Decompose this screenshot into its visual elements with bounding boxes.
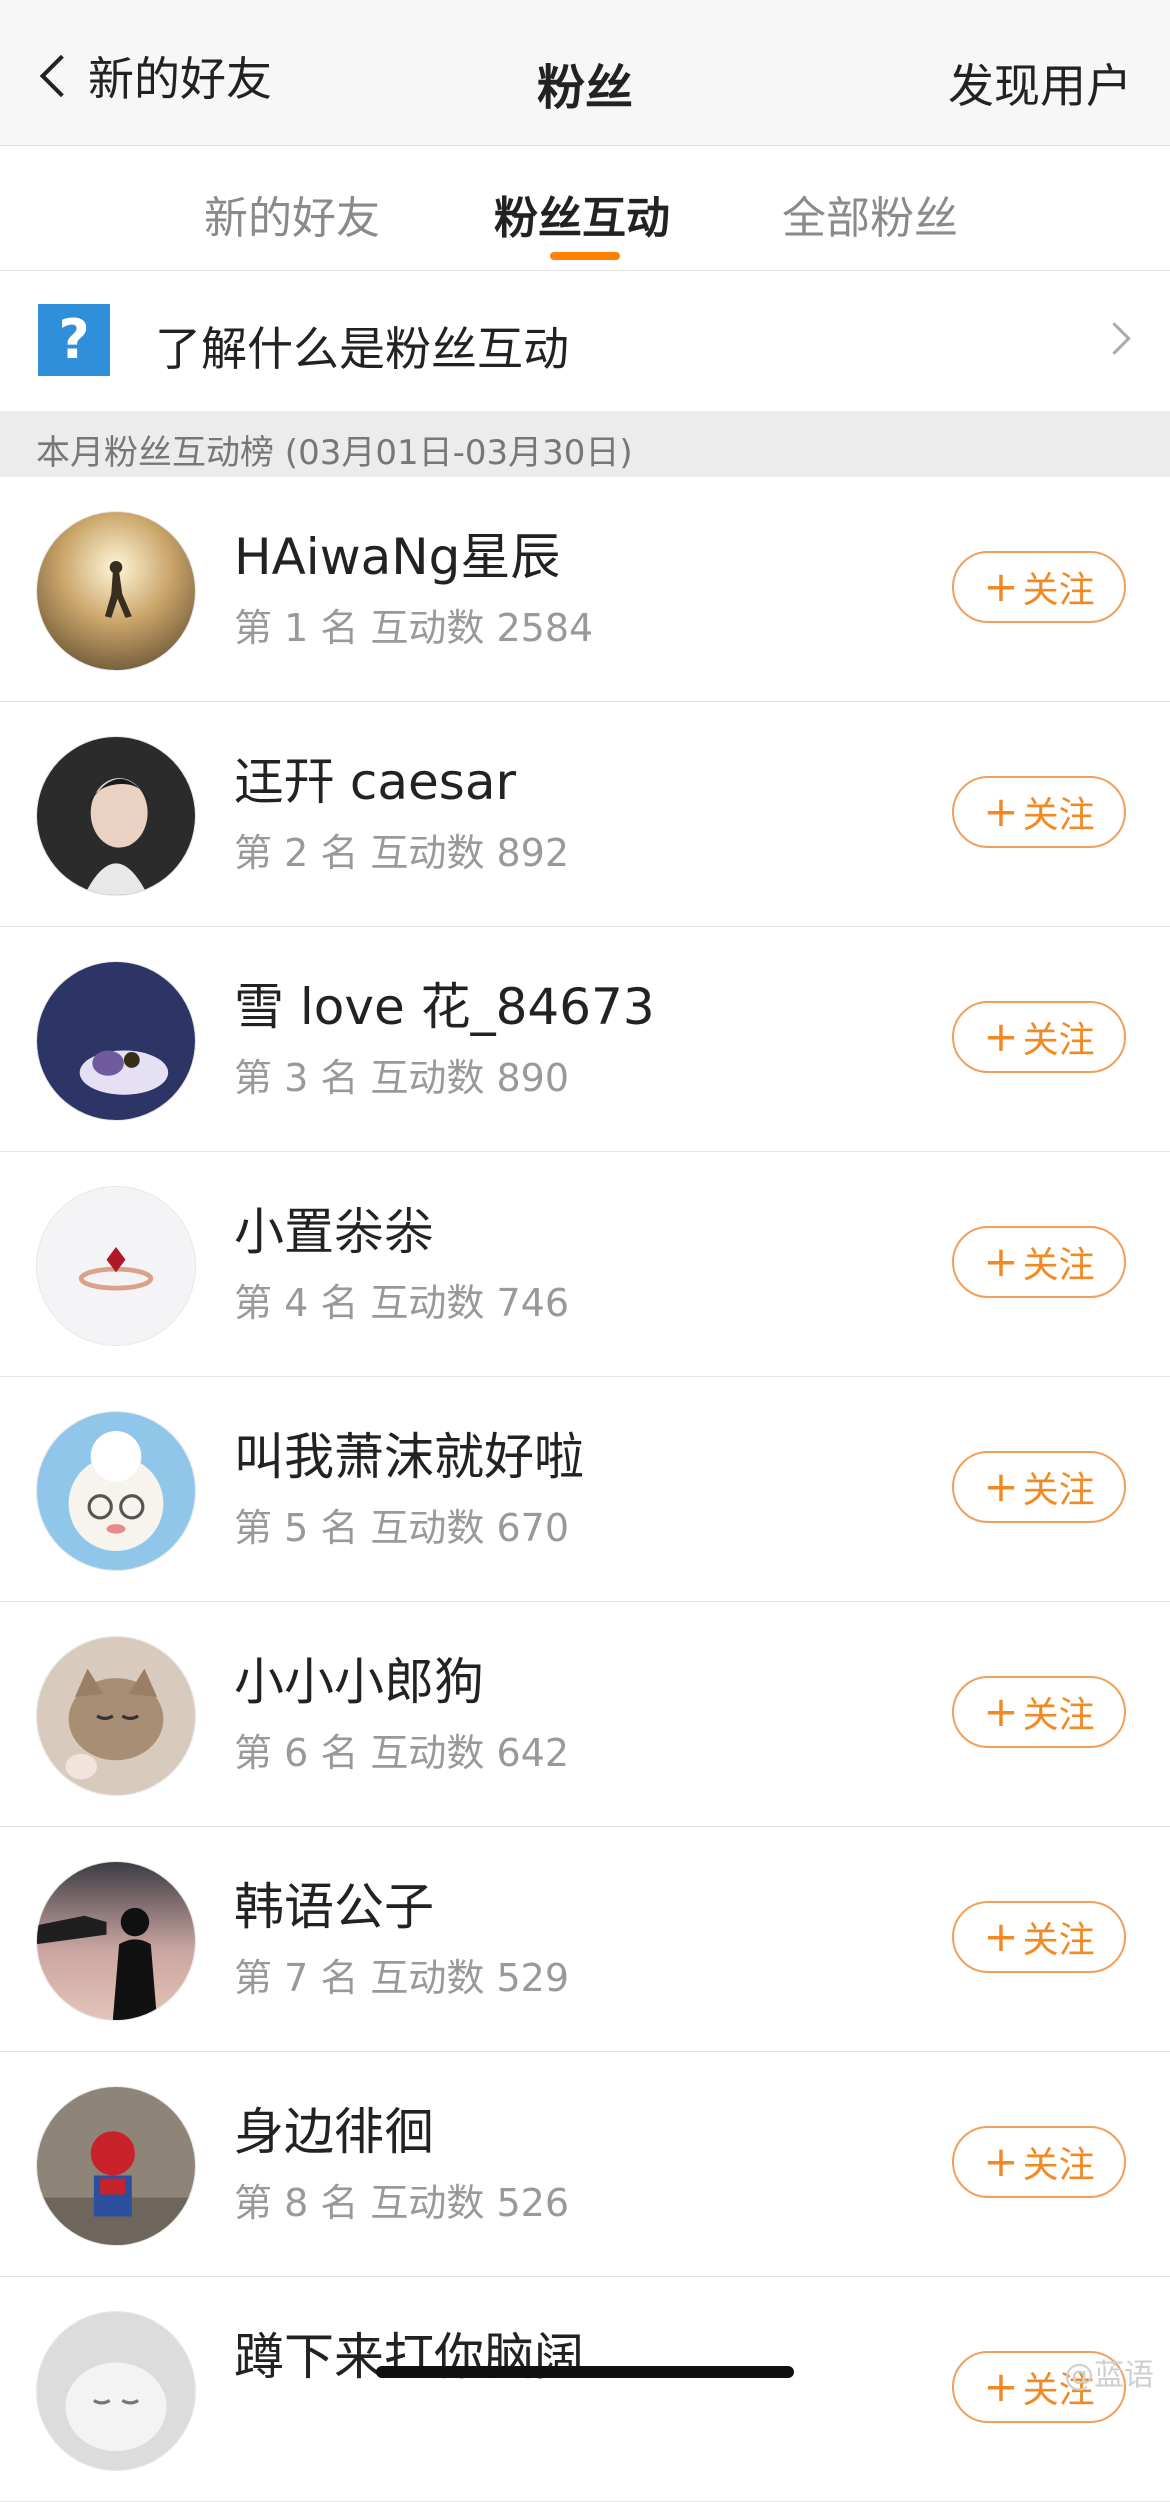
tab-bar: 新的好友 粉丝互动 全部粉丝 [0, 146, 1170, 271]
fan-rank-stats: 第 1 名 互动数 2584 [234, 606, 594, 650]
avatar[interactable] [36, 1411, 196, 1571]
fan-rank-stats: 第 3 名 互动数 890 [234, 1056, 570, 1100]
plus-icon: + [983, 787, 1019, 836]
avatar[interactable] [36, 1861, 196, 2021]
back-button[interactable]: 新的好友 [32, 46, 272, 106]
list-item: 小置尜尜 第 4 名 互动数 746 + 关注 [0, 1152, 1170, 1377]
follow-button[interactable]: + 关注 [952, 1001, 1126, 1073]
fan-name[interactable]: 小置尜尜 [234, 1192, 434, 1264]
follow-label: 关注 [1022, 1920, 1095, 1961]
follow-label: 关注 [1022, 2145, 1095, 2186]
top-nav-bar: 新的好友 粉丝 发现用户 [0, 0, 1170, 146]
fan-name[interactable]: 韩语公子 [234, 1867, 434, 1939]
follow-button[interactable]: + 关注 [952, 2126, 1126, 2198]
plus-icon: + [983, 1012, 1019, 1061]
follow-label: 关注 [1022, 1695, 1095, 1736]
follow-label: 关注 [1022, 1245, 1095, 1286]
back-label: 新的好友 [88, 52, 272, 106]
avatar[interactable] [36, 961, 196, 1121]
follow-label: 关注 [1022, 570, 1095, 611]
ranking-period-label: 本月粉丝互动榜 (03月01日-03月30日) [36, 433, 633, 473]
fan-name[interactable]: 蹲下来打你脑阔 [234, 2317, 584, 2389]
fan-ranking-list: HAiwaNg星辰 第 1 名 互动数 2584 + 关注 迋幵 caesar 第… [0, 477, 1170, 2502]
fan-rank-stats: 第 7 名 互动数 529 [234, 1956, 570, 2000]
list-item: 叫我萧沫就好啦 第 5 名 互动数 670 + 关注 [0, 1377, 1170, 1602]
fan-rank-stats: 第 4 名 互动数 746 [234, 1281, 570, 1325]
follow-button[interactable]: + 关注 [952, 1676, 1126, 1748]
fan-rank-stats: 第 8 名 互动数 526 [234, 2181, 570, 2225]
avatar[interactable] [36, 2311, 196, 2471]
fan-name[interactable]: 迋幵 caesar [234, 742, 516, 814]
follow-button[interactable]: + 关注 [952, 1451, 1126, 1523]
tab-fan-interaction[interactable]: 粉丝互动 [494, 182, 670, 246]
avatar[interactable] [36, 511, 196, 671]
fan-name[interactable]: 身边徘徊 [234, 2092, 434, 2164]
list-item: 小小小郎狗 第 6 名 互动数 642 + 关注 [0, 1602, 1170, 1827]
avatar[interactable] [36, 1636, 196, 1796]
fan-rank-stats: 第 5 名 互动数 670 [234, 1506, 570, 1550]
follow-label: 关注 [1022, 1470, 1095, 1511]
fan-rank-stats: 第 6 名 互动数 642 [234, 1731, 570, 1775]
avatar[interactable] [36, 1186, 196, 1346]
active-tab-indicator [550, 252, 620, 260]
plus-icon: + [983, 562, 1019, 611]
list-item: 迋幵 caesar 第 2 名 互动数 892 + 关注 [0, 702, 1170, 927]
question-icon: ? [38, 304, 110, 376]
plus-icon: + [983, 1687, 1019, 1736]
plus-icon: + [983, 1237, 1019, 1286]
fan-rank-stats: 第 2 名 互动数 892 [234, 831, 570, 875]
ranking-section-header: 本月粉丝互动榜 (03月01日-03月30日) [0, 411, 1170, 477]
follow-button[interactable]: + 关注 [952, 1226, 1126, 1298]
plus-icon: + [983, 1912, 1019, 1961]
avatar[interactable] [36, 736, 196, 896]
learn-fan-interaction-label: 了解什么是粉丝互动 [155, 322, 569, 376]
follow-button[interactable]: + 关注 [952, 776, 1126, 848]
chevron-right-icon [1098, 322, 1131, 355]
follow-button[interactable]: + 关注 [952, 551, 1126, 623]
learn-fan-interaction-row[interactable]: ? 了解什么是粉丝互动 [0, 271, 1170, 411]
list-item: HAiwaNg星辰 第 1 名 互动数 2584 + 关注 [0, 477, 1170, 702]
watermark: @蓝语 [1064, 2358, 1154, 2393]
home-indicator[interactable] [376, 2366, 794, 2378]
chevron-left-icon [39, 54, 83, 98]
avatar[interactable] [36, 2086, 196, 2246]
discover-users-button[interactable]: 发现用户 [948, 50, 1132, 116]
list-item: 雪 love 花_84673 第 3 名 互动数 890 + 关注 [0, 927, 1170, 1152]
plus-icon: + [983, 1462, 1019, 1511]
fan-name[interactable]: HAiwaNg星辰 [234, 517, 560, 589]
tab-new-friends[interactable]: 新的好友 [204, 182, 380, 246]
follow-button[interactable]: + 关注 [952, 1901, 1126, 1973]
tab-all-fans[interactable]: 全部粉丝 [782, 182, 958, 246]
follow-label: 关注 [1022, 795, 1095, 836]
list-item: 蹲下来打你脑阔 + 关注 [0, 2277, 1170, 2502]
fan-name[interactable]: 叫我萧沫就好啦 [234, 1417, 584, 1489]
plus-icon: + [983, 2137, 1019, 2186]
list-item: 韩语公子 第 7 名 互动数 529 + 关注 [0, 1827, 1170, 2052]
fan-name[interactable]: 小小小郎狗 [234, 1642, 484, 1714]
fan-name[interactable]: 雪 love 花_84673 [234, 967, 655, 1039]
follow-label: 关注 [1022, 1020, 1095, 1061]
list-item: 身边徘徊 第 8 名 互动数 526 + 关注 [0, 2052, 1170, 2277]
